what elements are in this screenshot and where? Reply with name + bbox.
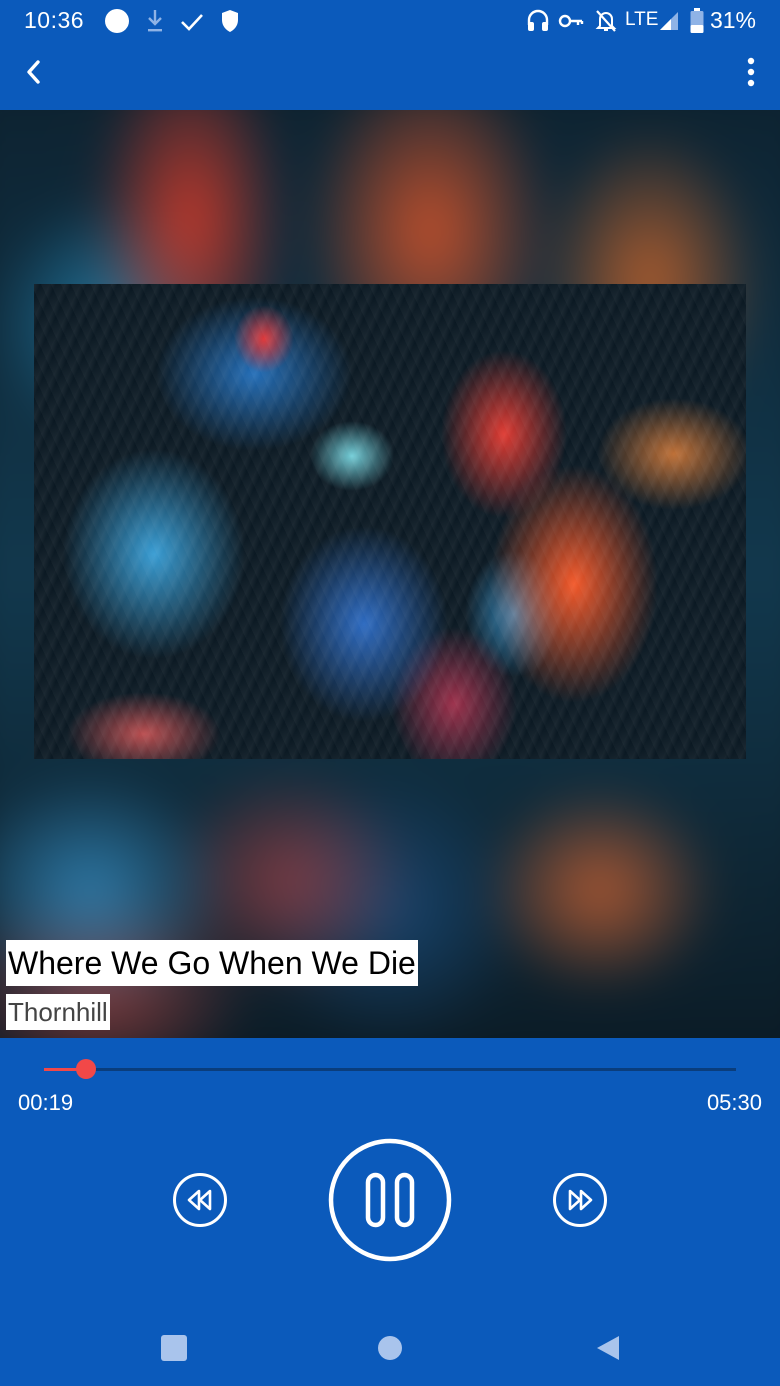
music-player-screen: 10:36 LTE 31% Where We Go When We Die Th…: [0, 0, 780, 1386]
recents-icon: [160, 1334, 188, 1367]
album-art: [34, 284, 746, 759]
vpn-key-icon: [558, 8, 584, 40]
notifications-off-icon: [594, 8, 618, 40]
total-duration: 05:30: [706, 1090, 762, 1115]
app-bar: [0, 42, 780, 110]
check-icon: [180, 8, 204, 40]
network-type: LTE: [625, 9, 659, 30]
track-title: Where We Go When We Die: [6, 940, 418, 986]
status-bar: 10:36 LTE 31%: [0, 0, 780, 42]
system-nav-bar: [0, 1314, 780, 1386]
battery-icon: [690, 8, 704, 40]
more-vert-icon: [746, 57, 756, 92]
player-controls: 00:19 05:30: [0, 1038, 780, 1314]
headset-icon: [526, 8, 550, 40]
circle-icon: [104, 8, 130, 40]
nav-back-button[interactable]: [590, 1332, 626, 1368]
signal-icon: [659, 8, 679, 38]
home-icon: [376, 1334, 404, 1367]
status-time: 10:36: [24, 7, 85, 33]
seek-bar[interactable]: [44, 1059, 736, 1079]
artwork-area: Where We Go When We Die Thornhill: [0, 110, 780, 1038]
fast-forward-button[interactable]: [552, 1172, 608, 1233]
shield-icon: [220, 8, 240, 40]
track-artist: Thornhill: [6, 994, 110, 1030]
chevron-left-icon: [23, 58, 45, 91]
recents-button[interactable]: [156, 1332, 192, 1368]
home-button[interactable]: [372, 1332, 408, 1368]
seek-thumb[interactable]: [75, 1059, 96, 1079]
rewind-button[interactable]: [172, 1172, 228, 1233]
download-icon: [146, 8, 164, 40]
pause-button[interactable]: [328, 1138, 452, 1267]
fast-forward-icon: [552, 1172, 608, 1233]
back-icon: [594, 1334, 622, 1367]
back-button[interactable]: [14, 54, 54, 94]
elapsed-time: 00:19: [18, 1090, 74, 1115]
more-options-button[interactable]: [738, 54, 764, 94]
rewind-icon: [172, 1172, 228, 1233]
pause-icon: [328, 1138, 452, 1267]
battery-percent: 31%: [709, 7, 756, 33]
